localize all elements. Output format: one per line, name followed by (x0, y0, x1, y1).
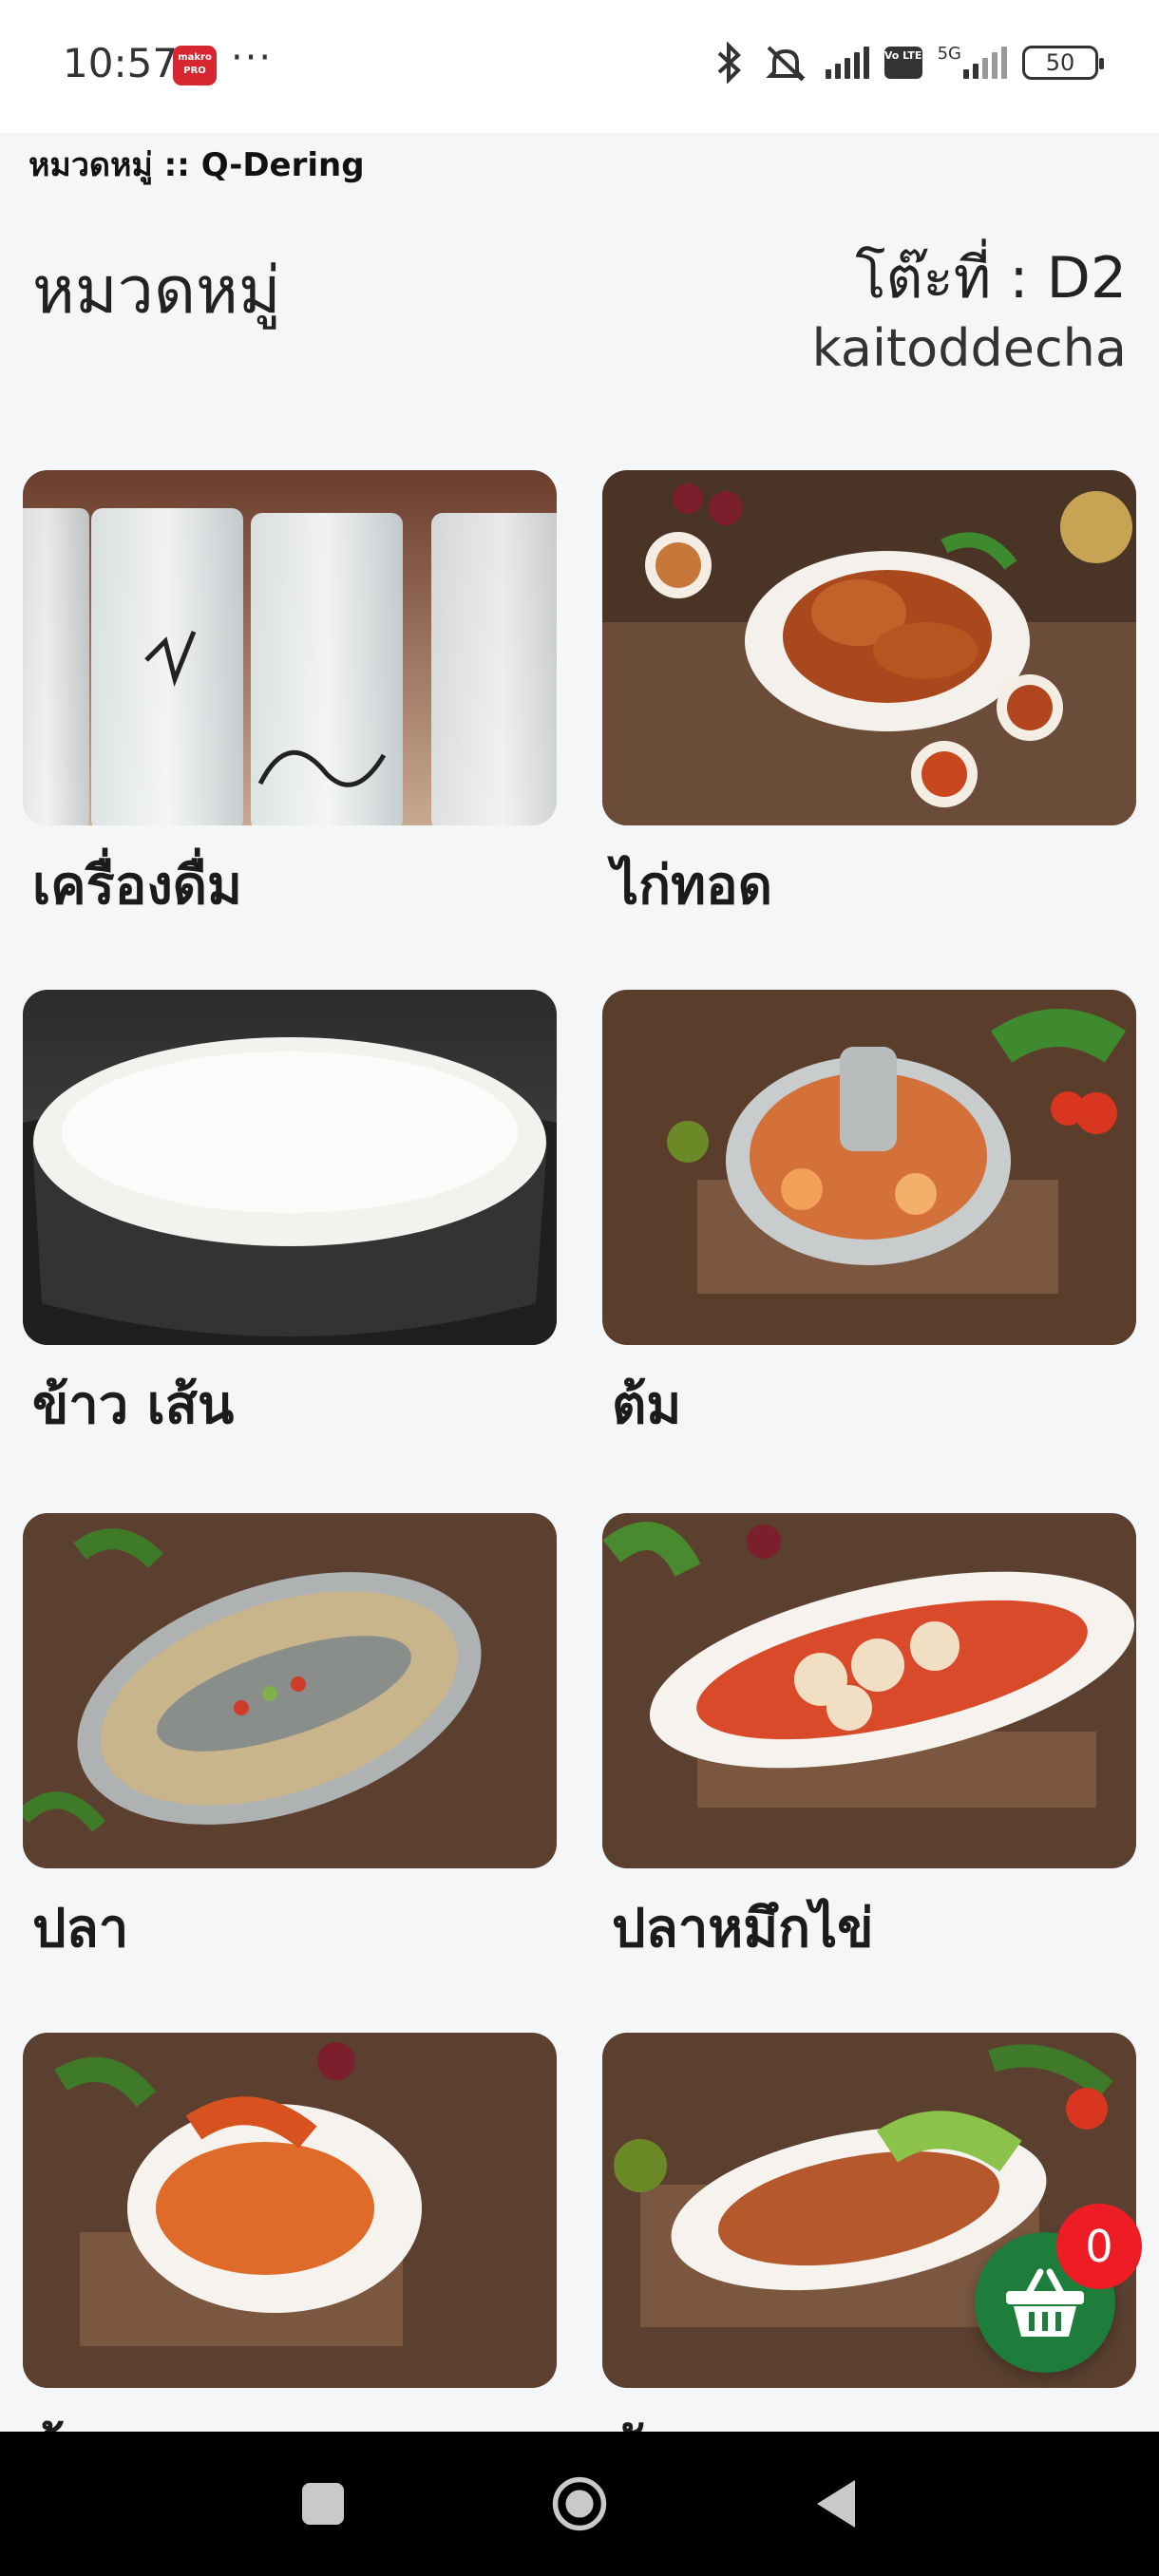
back-button[interactable] (808, 2475, 864, 2532)
category-card-rice-noodles[interactable]: ข้าว เส้น (23, 990, 557, 1447)
category-card-squid[interactable]: ปลาหมึกไข่ (602, 1513, 1136, 1970)
page-title: หมวดหมู่ :: Q-Dering (28, 146, 365, 184)
cart-count-badge: 0 (1056, 2204, 1142, 2289)
signal-strength-icon (825, 47, 869, 79)
category-name: ไก่ทอด (612, 855, 772, 917)
category-name: ปลาหมึกไข่ (612, 1898, 874, 1960)
category-card-fish[interactable]: ปลา (23, 1513, 557, 1970)
square-icon (302, 2483, 344, 2525)
category-card-soup[interactable]: ต้ม (602, 990, 1136, 1447)
drinks-photo (23, 470, 557, 825)
category-name: ปลา (32, 1898, 129, 1960)
category-name: เครื่องดื่ม (32, 855, 242, 917)
categories-heading: หมวดหมู่ (32, 254, 281, 329)
steamed-fish-photo (23, 1513, 557, 1868)
system-icons: Vo LTE 5G 50 (712, 42, 1104, 84)
volte-icon: Vo LTE (884, 47, 922, 79)
network-type: 5G (937, 43, 961, 64)
recents-button[interactable] (294, 2475, 352, 2532)
main-content[interactable]: หมวดหมู่ โต๊ะที่ : D2 kaitoddecha เครื่อ… (0, 214, 1159, 2432)
tom-yum-photo (602, 990, 1136, 1345)
makro-app-icon: makro PRO (173, 46, 217, 85)
back-triangle-icon (817, 2480, 855, 2528)
category-card-shrimp[interactable]: กุ้ง (23, 2033, 557, 2432)
squid-photo (602, 1513, 1136, 1868)
home-button[interactable] (551, 2475, 608, 2532)
mute-icon (765, 46, 806, 82)
category-name: กุ้ง (23, 2405, 557, 2432)
bluetooth-icon (717, 42, 741, 84)
signal-strength-icon-2 (963, 47, 1007, 79)
status-bar: 10:57 makro PRO ··· Vo LTE 5G 50 หมวดหมู… (0, 0, 1159, 184)
category-name: ข้าว เส้น (32, 1374, 235, 1436)
status-time: 10:57 (63, 40, 179, 86)
category-name: ผัด (602, 2405, 1136, 2432)
system-nav-bar (0, 2432, 1159, 2576)
fried-chicken-photo (602, 470, 1136, 825)
table-number: โต๊ะที่ : D2 (855, 245, 1127, 312)
battery-icon: 50 (1022, 46, 1104, 80)
more-notifications-icon: ··· (231, 36, 274, 80)
category-card-fried-chicken[interactable]: ไก่ทอด (602, 470, 1136, 927)
username: kaitoddecha (811, 318, 1127, 378)
category-name: ต้ม (612, 1374, 682, 1436)
circle-icon (552, 2476, 607, 2531)
category-card-drinks[interactable]: เครื่องดื่ม (23, 470, 557, 927)
shrimp-photo (23, 2033, 557, 2388)
rice-photo (23, 990, 557, 1345)
